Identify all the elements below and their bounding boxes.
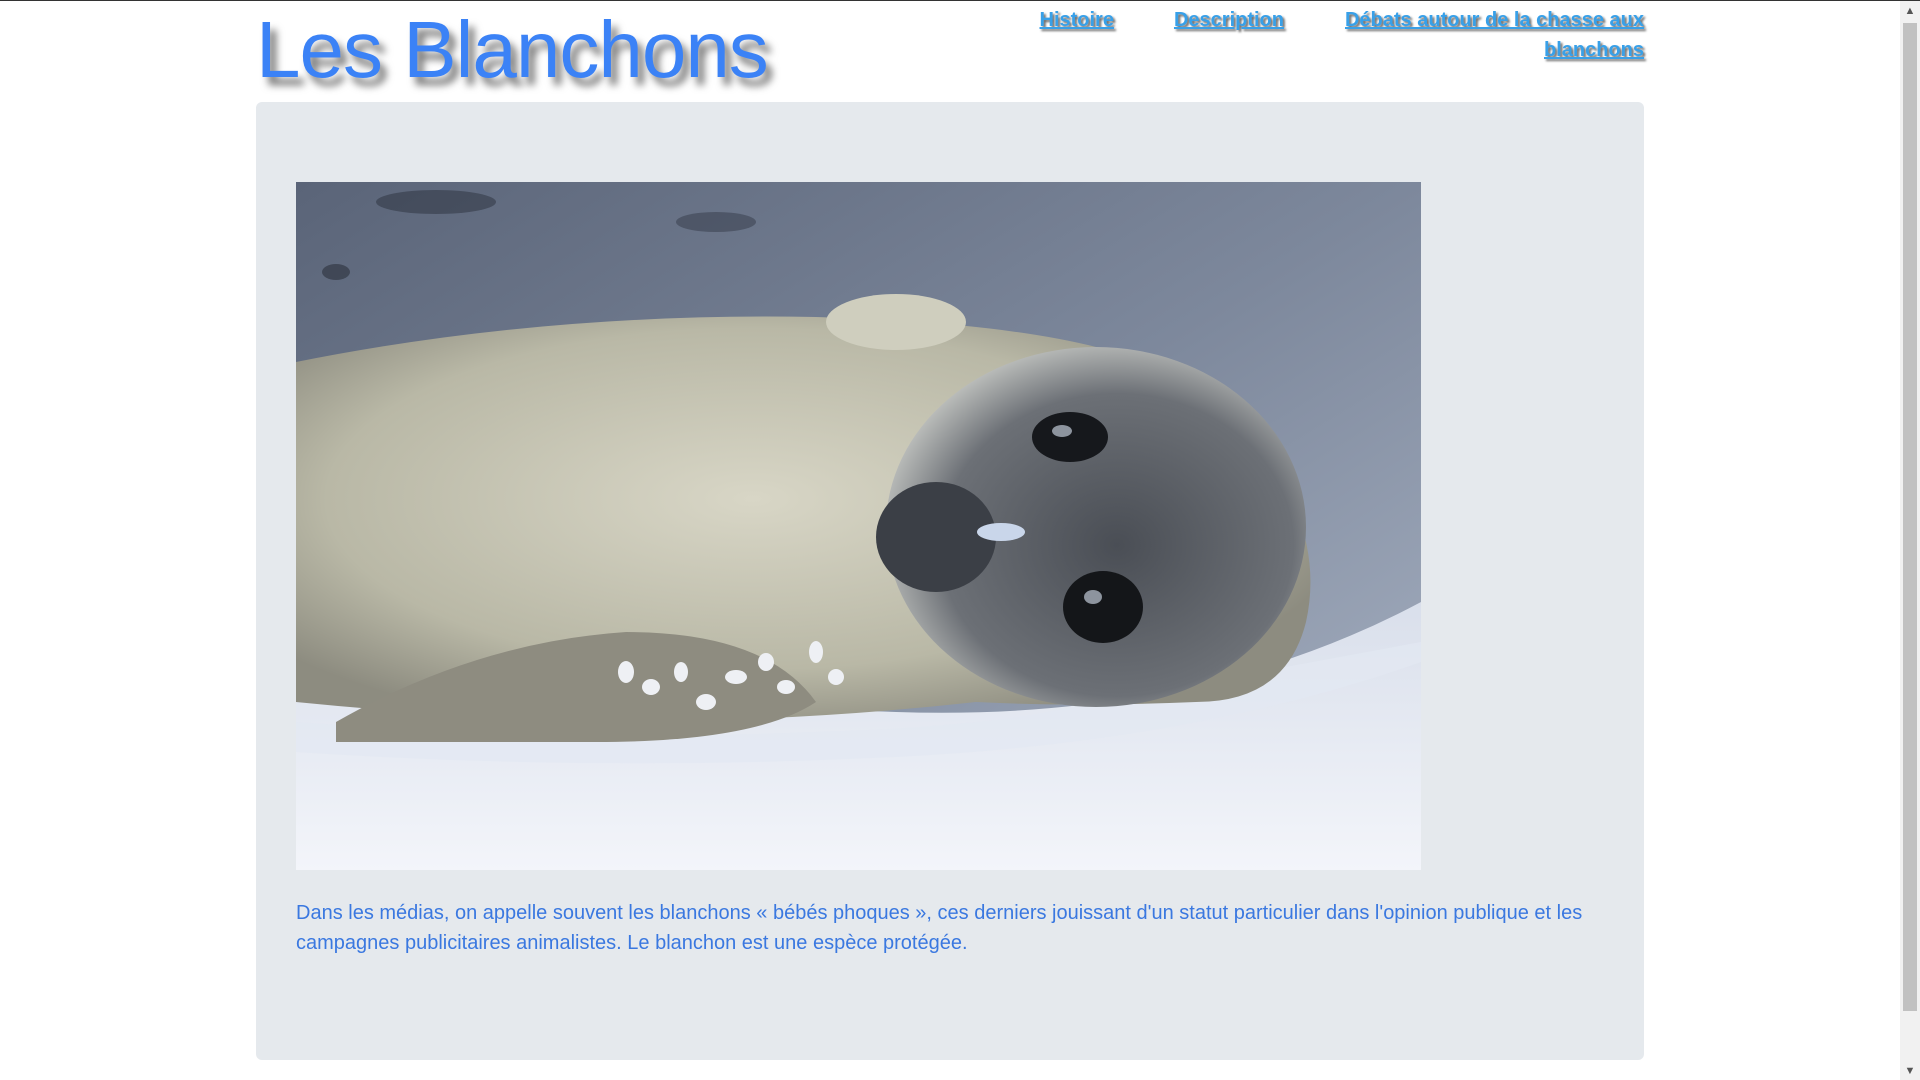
nav-link-histoire[interactable]: Histoire — [1040, 5, 1114, 35]
page-container: Les Blanchons Histoire Description Débat… — [256, 1, 1644, 1060]
site-header: Les Blanchons Histoire Description Débat… — [256, 1, 1644, 101]
scroll-down-arrow-icon[interactable]: ▼ — [1900, 1061, 1920, 1080]
scroll-up-arrow-icon[interactable]: ▲ — [1900, 1, 1920, 21]
nav-link-debats[interactable]: Débats autour de la chasse aux blanchons — [1344, 5, 1644, 65]
seal-photo — [296, 182, 1421, 870]
content-card: Dans les médias, on appelle souvent les … — [256, 102, 1644, 1060]
main-nav: Histoire Description Débats autour de la… — [1040, 5, 1645, 65]
scrollbar-thumb[interactable] — [1903, 23, 1917, 1011]
image-caption: Dans les médias, on appelle souvent les … — [296, 902, 1583, 954]
vertical-scrollbar[interactable]: ▲ ▼ — [1900, 1, 1920, 1080]
site-title: Les Blanchons — [256, 5, 769, 94]
nav-link-description[interactable]: Description — [1174, 5, 1284, 35]
seal-photo-image — [296, 182, 1421, 870]
